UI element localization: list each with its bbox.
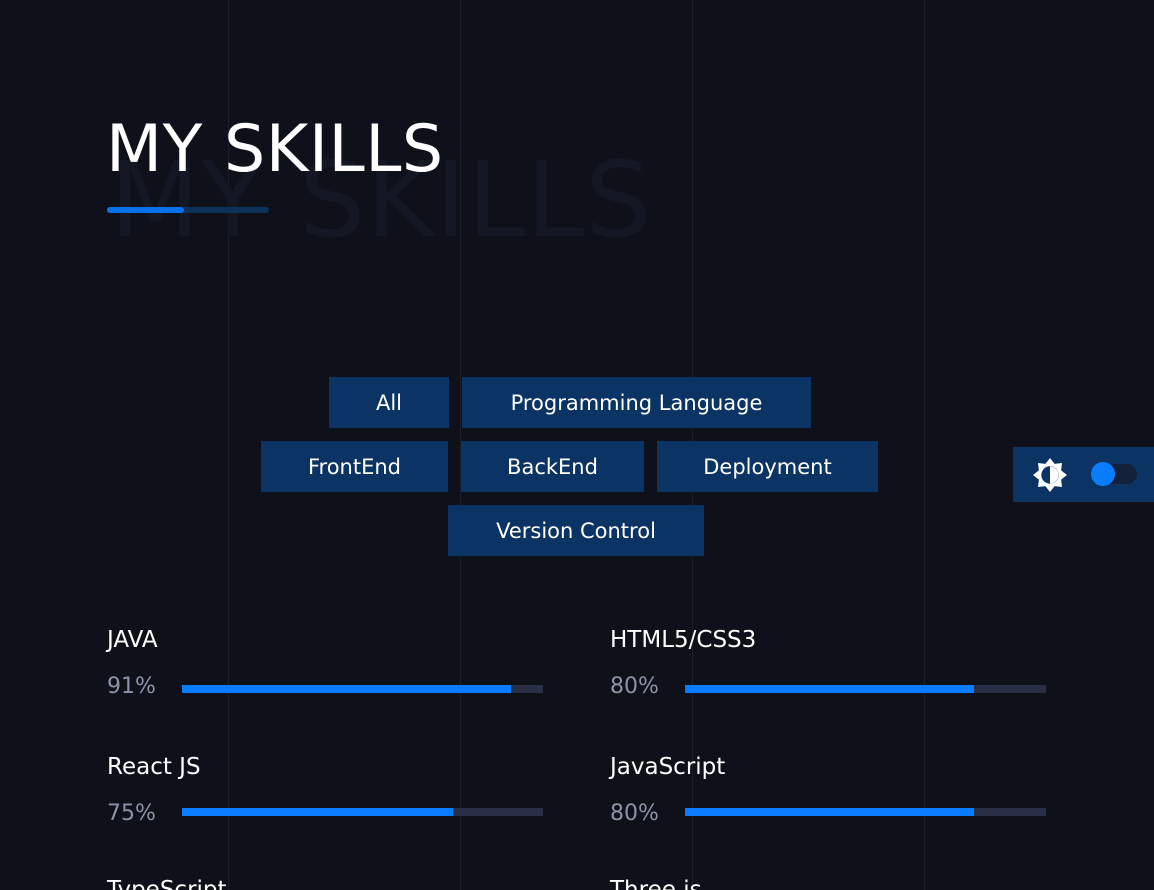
skill-item: JAVA 91% bbox=[107, 629, 547, 699]
theme-switch-knob[interactable] bbox=[1091, 462, 1115, 486]
skill-item: JavaScript 80% bbox=[610, 756, 1050, 826]
skill-item: Three.js bbox=[610, 879, 1050, 890]
skill-percent: 80% bbox=[610, 801, 659, 826]
skills-page: MY SKILLS MY SKILLS All Programming Lang… bbox=[0, 0, 1154, 890]
brightness-icon[interactable] bbox=[1032, 457, 1068, 493]
skill-name: HTML5/CSS3 bbox=[610, 627, 757, 653]
filter-deployment-button[interactable]: Deployment bbox=[657, 441, 878, 492]
skill-percent: 91% bbox=[107, 674, 156, 699]
skill-progress-bar bbox=[685, 685, 1046, 693]
filter-frontend-button[interactable]: FrontEnd bbox=[261, 441, 448, 492]
skill-progress-fill bbox=[685, 685, 974, 693]
skill-progress-fill bbox=[182, 808, 453, 816]
skill-percent: 80% bbox=[610, 674, 659, 699]
skill-progress-fill bbox=[685, 808, 974, 816]
skill-item: HTML5/CSS3 80% bbox=[610, 629, 1050, 699]
skill-progress-bar bbox=[685, 808, 1046, 816]
skill-progress-bar bbox=[182, 808, 543, 816]
theme-switch[interactable] bbox=[1091, 462, 1137, 486]
filter-programming-language-button[interactable]: Programming Language bbox=[462, 377, 811, 428]
skill-item: React JS 75% bbox=[107, 756, 547, 826]
skill-progress-bar bbox=[182, 685, 543, 693]
skill-name: JAVA bbox=[107, 627, 158, 653]
skill-percent: 75% bbox=[107, 801, 156, 826]
section-title: MY SKILLS bbox=[106, 112, 444, 187]
skill-item: TypeScript bbox=[107, 879, 547, 890]
skill-name: Three.js bbox=[610, 877, 702, 890]
title-underline bbox=[107, 207, 269, 213]
skill-name: JavaScript bbox=[610, 754, 726, 780]
skill-progress-fill bbox=[182, 685, 511, 693]
filter-all-button[interactable]: All bbox=[329, 377, 449, 428]
filter-backend-button[interactable]: BackEnd bbox=[461, 441, 644, 492]
theme-toggle-panel bbox=[1013, 447, 1154, 502]
skill-name: React JS bbox=[107, 754, 201, 780]
filter-version-control-button[interactable]: Version Control bbox=[448, 505, 704, 556]
skill-name: TypeScript bbox=[107, 877, 227, 890]
title-underline-accent bbox=[107, 207, 184, 213]
